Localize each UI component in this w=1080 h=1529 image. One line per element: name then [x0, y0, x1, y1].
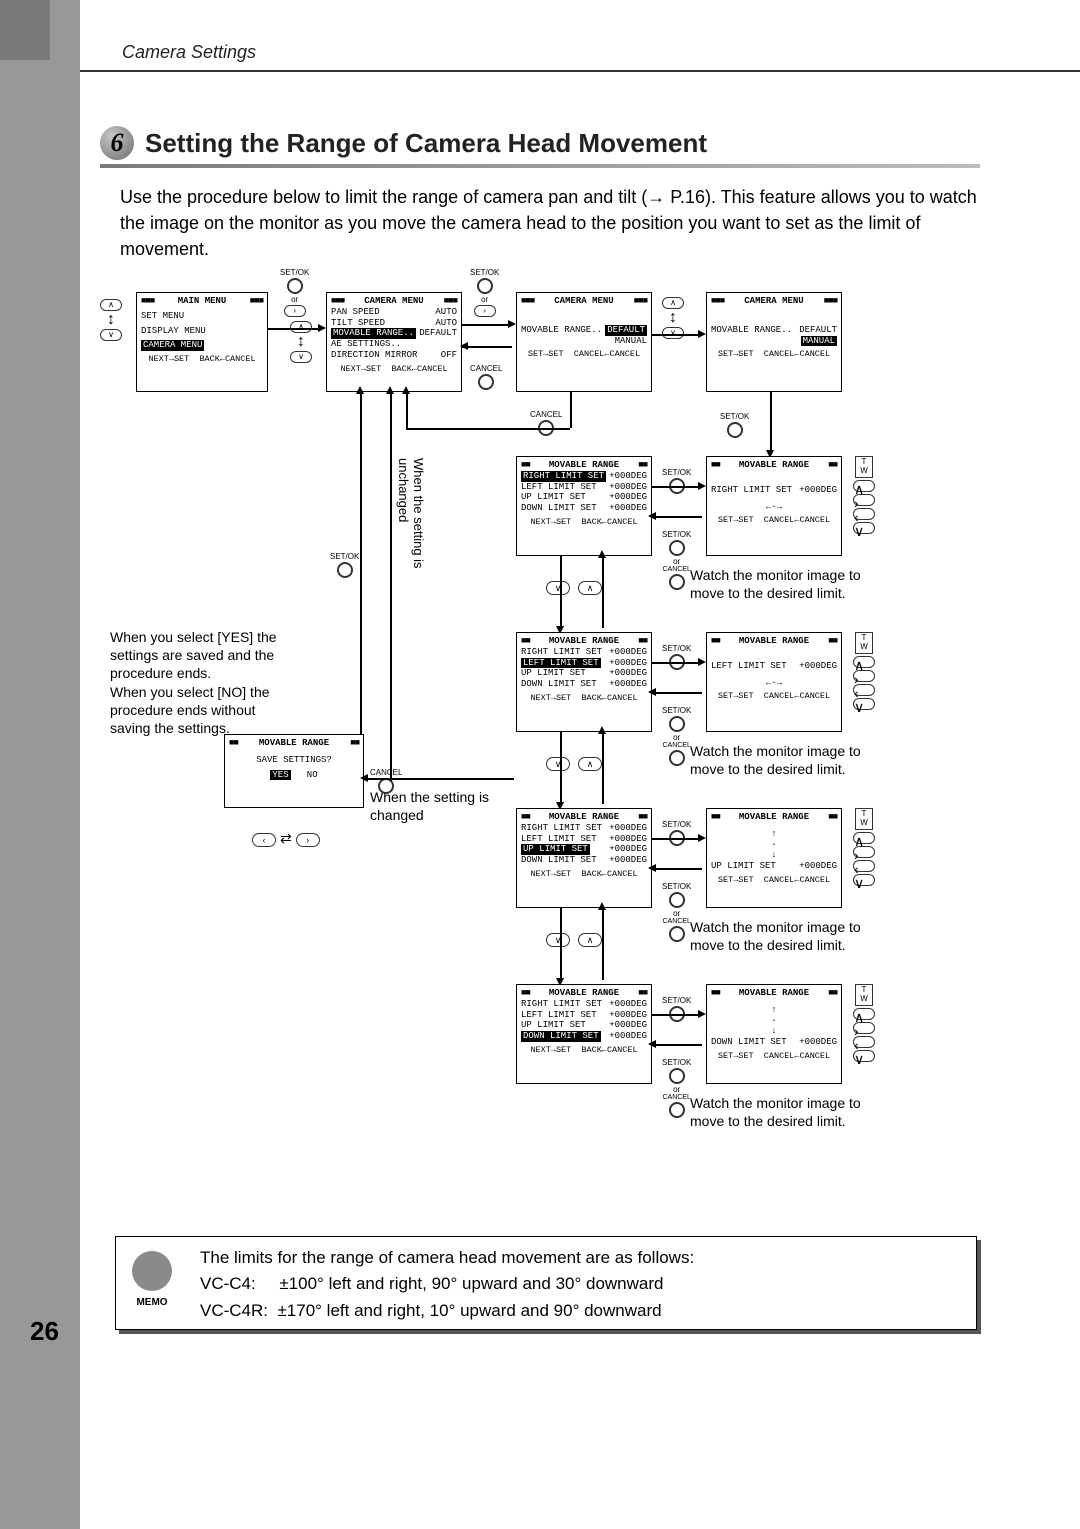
- osd-save-settings: ■■MOVABLE RANGE■■ SAVE SETTINGS? YES NO: [224, 734, 364, 808]
- setok-icon: SET/OKor›: [470, 268, 499, 318]
- setok-icon: SET/OK: [662, 468, 691, 495]
- nav-pair-icon: ∨∧: [542, 754, 606, 771]
- osd-up-limit-set: ■■MOVABLE RANGE■■ ↑·↓ UP LIMIT SET+000DE…: [706, 808, 842, 908]
- osd-up-limit-select: ■■MOVABLE RANGE■■ RIGHT LIMIT SET+000DEG…: [516, 808, 652, 908]
- setok-cancel-icon: SET/OKorCANCEL: [662, 1058, 691, 1119]
- directional-pad-icon: TW∧›‹∨: [850, 808, 878, 926]
- osd-down-limit-select: ■■MOVABLE RANGE■■ RIGHT LIMIT SET+000DEG…: [516, 984, 652, 1084]
- osd-right-limit-set: ■■MOVABLE RANGE■■ RIGHT LIMIT SET+000DEG…: [706, 456, 842, 556]
- memo-box: MEMO The limits for the range of camera …: [115, 1236, 977, 1330]
- title-underline: [100, 164, 980, 168]
- page-tab: [0, 0, 80, 1529]
- watch-caption: Watch the monitor image to move to the d…: [690, 566, 880, 602]
- setok-icon: SET/OK: [720, 412, 749, 439]
- osd-right-limit-select: ■■MOVABLE RANGE■■ RIGHT LIMIT SET+000DEG…: [516, 456, 652, 556]
- cancel-icon: CANCEL: [470, 364, 502, 391]
- directional-pad-icon: TW∧›‹∨: [850, 984, 878, 1102]
- nav-pair-icon: ∨∧: [542, 578, 606, 595]
- memo-line: VC-C4: ±100° left and right, 90° upward …: [200, 1271, 966, 1297]
- unchanged-caption: When the setting is unchanged: [396, 458, 426, 628]
- watch-caption: Watch the monitor image to move to the d…: [690, 918, 880, 954]
- osd-movable-range-manual: ■■■CAMERA MENU■■■ MOVABLE RANGE..DEFAULT…: [706, 292, 842, 392]
- rule: [80, 70, 1080, 72]
- directional-pad-icon: TW∧›‹∨: [850, 456, 878, 574]
- directional-pad-icon: TW∧›‹∨: [850, 632, 878, 750]
- intro-text: Use the procedure below to limit the ran…: [120, 184, 980, 262]
- osd-down-limit-set: ■■MOVABLE RANGE■■ ↑·↓ DOWN LIMIT SET+000…: [706, 984, 842, 1084]
- setok-icon: SET/OK: [662, 996, 691, 1023]
- flow-diagram: ■■■MAIN MENU■■■ SET MENU DISPLAY MENU CA…: [90, 268, 978, 1188]
- step-badge: 6: [100, 126, 134, 160]
- setok-cancel-icon: SET/OKorCANCEL: [662, 882, 691, 943]
- memo-icon: MEMO: [126, 1251, 178, 1311]
- memo-line: The limits for the range of camera head …: [200, 1245, 966, 1271]
- setok-icon: SET/OKor›: [280, 268, 309, 318]
- cancel-icon: CANCEL: [370, 768, 402, 795]
- page-number: 26: [30, 1316, 59, 1347]
- setok-cancel-icon: SET/OKorCANCEL: [662, 706, 691, 767]
- nav-updown-icon: ∧↕∨: [290, 320, 312, 364]
- yesno-caption: When you select [YES] the settings are s…: [110, 628, 290, 737]
- nav-updown-icon: ∧↕∨: [100, 298, 122, 342]
- cancel-icon: CANCEL: [530, 410, 562, 437]
- osd-main-menu: ■■■MAIN MENU■■■ SET MENU DISPLAY MENU CA…: [136, 292, 268, 392]
- setok-icon: SET/OK: [662, 644, 691, 671]
- nav-pair-icon: ∨∧: [542, 930, 606, 947]
- memo-line: VC-C4R: ±170° left and right, 10° upward…: [200, 1298, 966, 1324]
- page-title: Setting the Range of Camera Head Movemen…: [145, 128, 707, 159]
- watch-caption: Watch the monitor image to move to the d…: [690, 1094, 880, 1130]
- setok-icon: SET/OK: [662, 820, 691, 847]
- watch-caption: Watch the monitor image to move to the d…: [690, 742, 880, 778]
- nav-lr-icon: ‹⇄›: [248, 830, 324, 847]
- setok-cancel-icon: SET/OKorCANCEL: [662, 530, 691, 591]
- osd-left-limit-select: ■■MOVABLE RANGE■■ RIGHT LIMIT SET+000DEG…: [516, 632, 652, 732]
- osd-camera-menu: ■■■CAMERA MENU■■■ PAN SPEEDAUTO TILT SPE…: [326, 292, 462, 392]
- osd-movable-range-default: ■■■CAMERA MENU■■■ MOVABLE RANGE..DEFAULT…: [516, 292, 652, 392]
- osd-left-limit-set: ■■MOVABLE RANGE■■ LEFT LIMIT SET+000DEG …: [706, 632, 842, 732]
- setok-icon: SET/OK: [330, 552, 359, 579]
- breadcrumb: Camera Settings: [122, 42, 256, 63]
